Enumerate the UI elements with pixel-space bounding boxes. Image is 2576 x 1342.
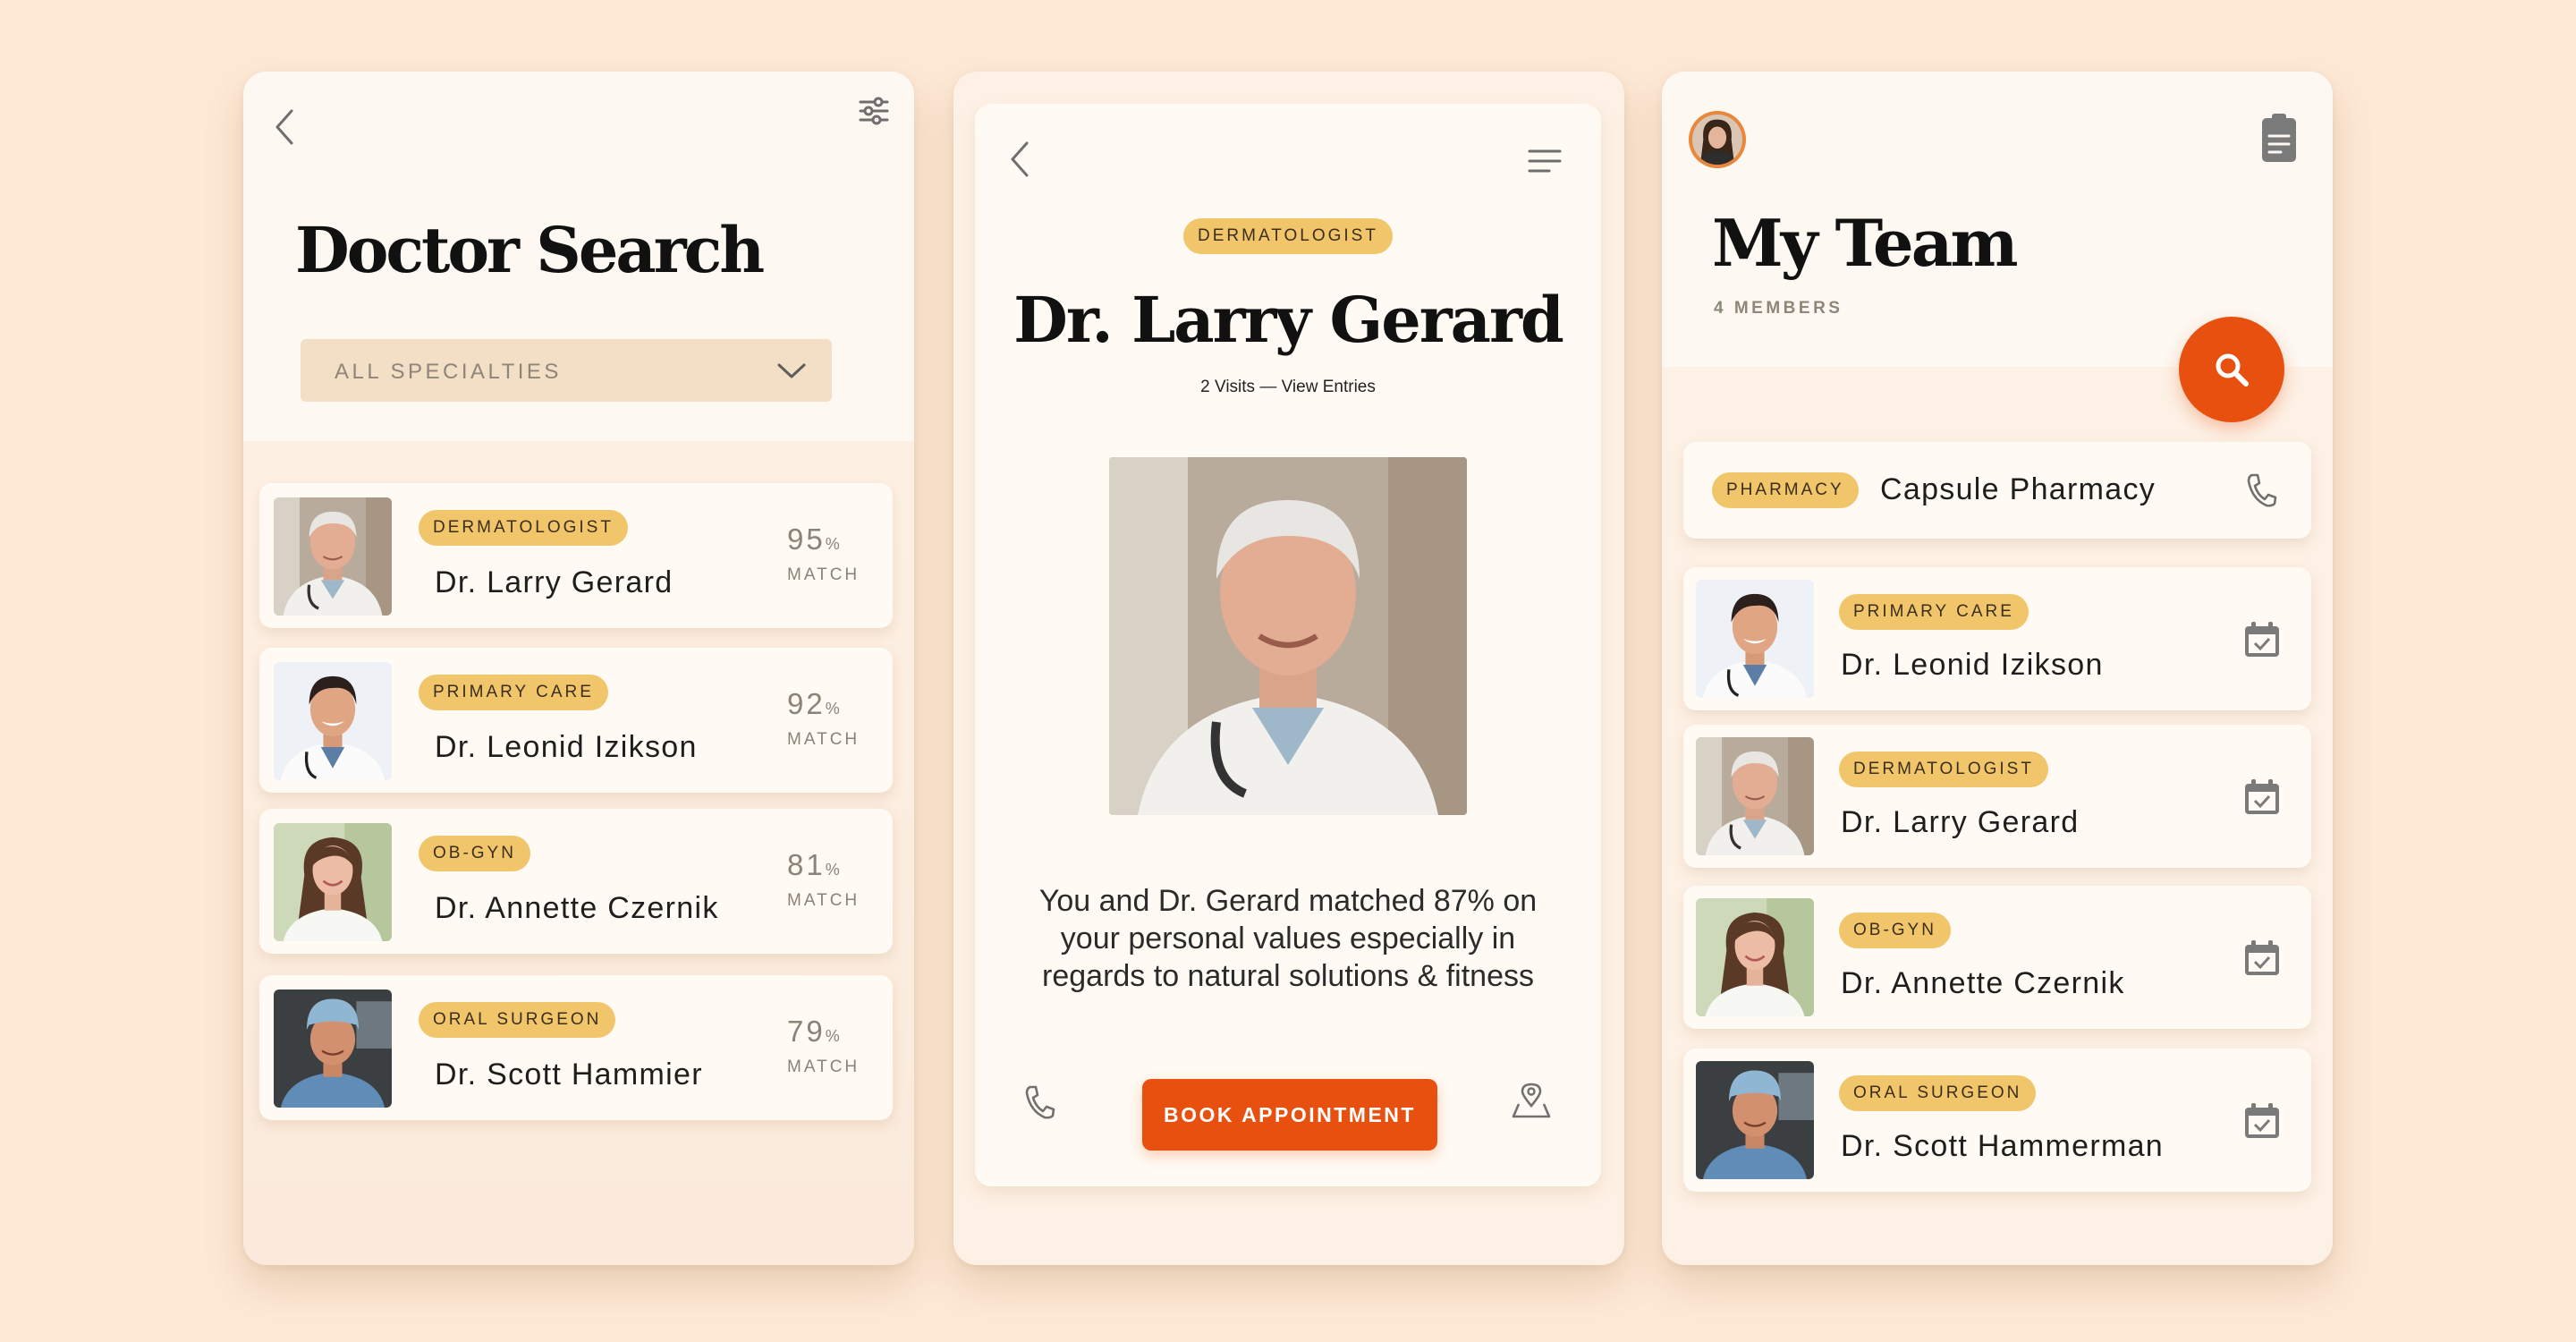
doctor-name: Dr. Annette Czernik xyxy=(435,891,719,925)
doctor-name: Dr. Leonid Izikson xyxy=(435,730,698,764)
team-member-card[interactable]: PRIMARY CARE Dr. Leonid Izikson xyxy=(1683,567,2311,710)
doctor-card[interactable]: ORAL SURGEON Dr. Scott Hammier 79% MATCH xyxy=(259,975,893,1120)
filter-sliders-icon[interactable] xyxy=(859,97,889,125)
specialty-badge: PRIMARY CARE xyxy=(1839,594,2029,630)
match-label: MATCH xyxy=(787,730,860,749)
match-percent: 79% xyxy=(787,1015,841,1048)
page-title: My Team xyxy=(1712,205,2019,281)
pharmacy-card[interactable]: PHARMACY Capsule Pharmacy xyxy=(1683,442,2311,539)
back-arrow-icon[interactable] xyxy=(272,107,297,147)
calendar-check-icon[interactable] xyxy=(2243,621,2281,658)
phone-icon[interactable] xyxy=(2245,472,2277,508)
doctor-portrait xyxy=(1109,457,1467,815)
specialty-badge: DERMATOLOGIST xyxy=(1183,218,1393,254)
doctor-name: Dr. Annette Czernik xyxy=(1841,966,2125,1000)
specialty-badge: DERMATOLOGIST xyxy=(419,510,628,546)
book-appointment-button[interactable]: BOOK APPOINTMENT xyxy=(1142,1079,1437,1151)
page-title: Doctor Search xyxy=(295,213,765,287)
avatar[interactable] xyxy=(1692,115,1742,165)
match-label: MATCH xyxy=(787,565,860,584)
doctor-photo xyxy=(274,497,392,616)
doctor-name-heading: Dr. Larry Gerard xyxy=(1013,283,1564,357)
specialty-badge: ORAL SURGEON xyxy=(1839,1075,2037,1111)
match-percent: 81% xyxy=(787,848,841,881)
avatar-portrait xyxy=(1692,115,1742,165)
doctor-photo xyxy=(1696,1061,1814,1179)
team-member-card[interactable]: DERMATOLOGIST Dr. Larry Gerard xyxy=(1683,725,2311,868)
doctor-photo xyxy=(274,662,392,780)
phone-icon[interactable] xyxy=(1023,1084,1055,1120)
my-team-screen: My Team 4 MEMBERS PHARMACY Capsule Pharm… xyxy=(1662,72,2333,1265)
match-label: MATCH xyxy=(787,1057,860,1076)
back-arrow-icon[interactable] xyxy=(1007,140,1032,179)
pharmacy-name: Capsule Pharmacy xyxy=(1880,472,2157,506)
calendar-check-icon[interactable] xyxy=(2243,778,2281,816)
chevron-down-icon xyxy=(777,363,806,378)
doctor-card[interactable]: DERMATOLOGIST Dr. Larry Gerard 95% MATCH xyxy=(259,483,893,628)
specialty-badge: DERMATOLOGIST xyxy=(1839,752,2048,787)
view-entries-link[interactable]: — View Entries xyxy=(1259,378,1376,396)
doctor-profile-screen: DERMATOLOGIST Dr. Larry Gerard 2 Visits … xyxy=(953,72,1624,1265)
doctor-name: Dr. Leonid Izikson xyxy=(1841,648,2104,682)
search-button[interactable] xyxy=(2179,317,2284,422)
doctor-name: Dr. Larry Gerard xyxy=(435,565,674,599)
doctor-photo xyxy=(274,990,392,1108)
members-count: 4 MEMBERS xyxy=(1714,299,1843,318)
specialty-dropdown[interactable]: ALL SPECIALTIES xyxy=(301,339,832,402)
specialty-badge: PRIMARY CARE xyxy=(419,675,608,710)
doctor-card[interactable]: OB-GYN Dr. Annette Czernik 81% MATCH xyxy=(259,809,893,954)
match-label: MATCH xyxy=(787,891,860,910)
match-percent: 92% xyxy=(787,687,841,720)
dropdown-value: ALL SPECIALTIES xyxy=(335,360,562,384)
doctor-name: Dr. Scott Hammerman xyxy=(1841,1129,2164,1163)
doctor-search-screen: Doctor Search ALL SPECIALTIES DERMATOLOG… xyxy=(243,72,914,1265)
clipboard-icon[interactable] xyxy=(2261,113,2297,163)
specialty-badge: OB-GYN xyxy=(419,836,530,871)
doctor-card[interactable]: PRIMARY CARE Dr. Leonid Izikson 92% MATC… xyxy=(259,648,893,793)
menu-icon[interactable] xyxy=(1528,149,1562,174)
doctor-photo xyxy=(1696,898,1814,1016)
match-percent: 95% xyxy=(787,522,841,556)
pharmacy-badge: PHARMACY xyxy=(1712,472,1859,508)
match-summary: You and Dr. Gerard matched 87% on your p… xyxy=(1038,884,1538,993)
doctor-photo xyxy=(1696,737,1814,855)
specialty-badge: OB-GYN xyxy=(1839,913,1951,948)
doctor-photo xyxy=(274,823,392,941)
calendar-check-icon[interactable] xyxy=(2243,939,2281,977)
doctor-name: Dr. Scott Hammier xyxy=(435,1057,703,1091)
search-icon xyxy=(2216,353,2249,386)
map-pin-icon[interactable] xyxy=(1512,1083,1551,1118)
visits-count: 2 Visits xyxy=(1200,378,1256,396)
profile-card: DERMATOLOGIST Dr. Larry Gerard 2 Visits … xyxy=(975,104,1601,1186)
doctor-photo xyxy=(1696,580,1814,698)
team-member-card[interactable]: OB-GYN Dr. Annette Czernik xyxy=(1683,886,2311,1029)
team-member-card[interactable]: ORAL SURGEON Dr. Scott Hammerman xyxy=(1683,1049,2311,1192)
specialty-badge: ORAL SURGEON xyxy=(419,1002,616,1038)
calendar-check-icon[interactable] xyxy=(2243,1102,2281,1140)
doctor-name: Dr. Larry Gerard xyxy=(1841,805,2080,839)
